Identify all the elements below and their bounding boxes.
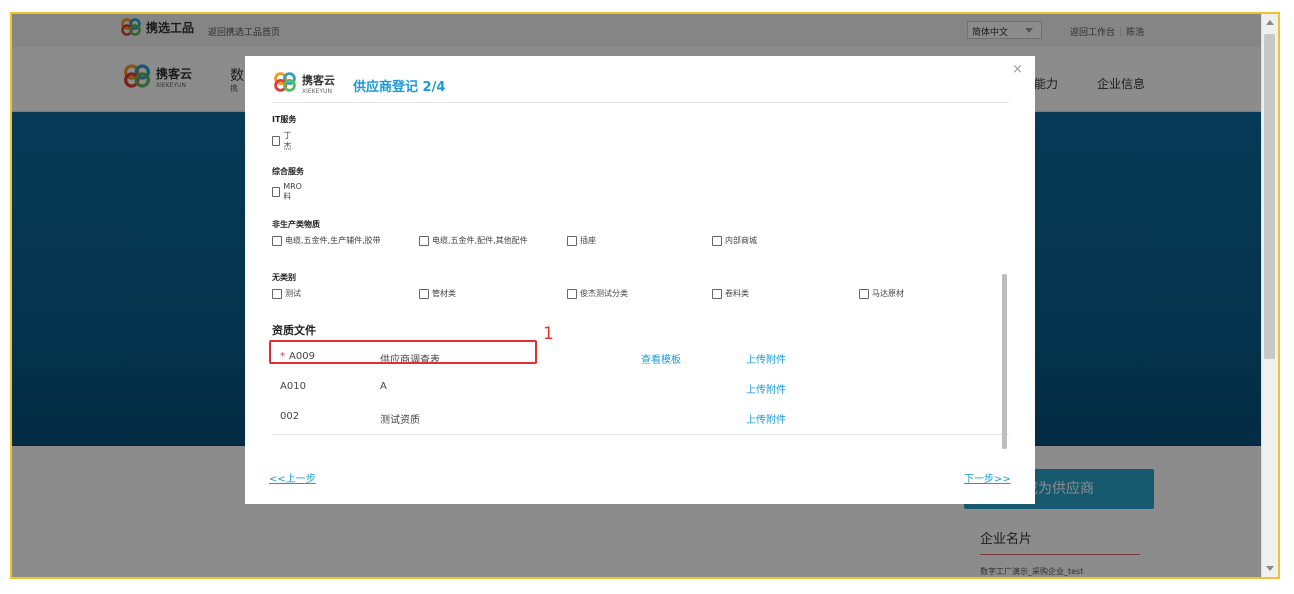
category-checkbox[interactable]: 内部商城 bbox=[712, 235, 757, 246]
category-checkbox[interactable]: 测试 bbox=[272, 288, 301, 299]
checkbox-box[interactable] bbox=[272, 136, 281, 146]
logo-text: 携客云 bbox=[302, 74, 335, 87]
qualification-docs-title: 资质文件 bbox=[272, 324, 316, 337]
checkbox-label: 马达原材 bbox=[872, 289, 904, 298]
checkbox-label: 测试 bbox=[285, 289, 301, 298]
annotation-highlight-box bbox=[269, 340, 537, 364]
category-title: 无类别 bbox=[272, 273, 296, 282]
checkbox-box[interactable] bbox=[567, 235, 577, 246]
annotation-number: 1 bbox=[543, 324, 554, 344]
checkbox-label: 内部商城 bbox=[725, 236, 757, 245]
modal-title: 供应商登记 2/4 bbox=[353, 80, 446, 95]
checkbox-row: 测试 管材类 俊杰测试分类 卷料类 马达原材 bbox=[272, 288, 1009, 304]
checkbox-row: 丁杰 bbox=[272, 130, 296, 151]
checkbox-row: 电缆,五金件,生产辅件,胶带 电缆,五金件,配件,其他配件 插座 内部商城 bbox=[272, 235, 1009, 251]
doc-name: 测试资质 bbox=[380, 415, 420, 426]
checkbox-label: 俊杰测试分类 bbox=[580, 289, 628, 298]
category-group: 综合服务 MRO料 bbox=[272, 166, 304, 201]
previous-step-link[interactable]: <<上一步 bbox=[269, 470, 316, 485]
category-checkbox[interactable]: 管材类 bbox=[419, 288, 456, 299]
category-group: IT服务 丁杰 bbox=[272, 114, 297, 151]
category-group: 无类别 测试 管材类 俊杰测试分类 卷料类 马达原材 bbox=[272, 272, 1009, 304]
next-step-link[interactable]: 下一步>> bbox=[964, 470, 1011, 485]
modal-divider bbox=[272, 434, 1009, 435]
close-icon[interactable]: × bbox=[1012, 62, 1023, 77]
checkbox-box[interactable] bbox=[419, 235, 429, 246]
upload-attachment-link[interactable]: 上传附件 bbox=[746, 411, 786, 426]
modal-scrollbar[interactable] bbox=[1002, 274, 1007, 449]
view-template-link[interactable]: 查看模板 bbox=[641, 351, 681, 366]
checkbox-box[interactable] bbox=[272, 235, 282, 246]
scroll-down-icon[interactable] bbox=[1266, 566, 1274, 571]
checkbox-label: 插座 bbox=[580, 236, 596, 245]
browser-viewport: 携选工品 返回携选工品首页 简体中文 返回工作台 | 陈浩 携客云 XIEKEYUN… bbox=[10, 12, 1280, 579]
checkbox-label: MRO料 bbox=[283, 182, 302, 201]
doc-code: A010 bbox=[280, 381, 306, 392]
category-group: 非生产类物质 电缆,五金件,生产辅件,胶带 电缆,五金件,配件,其他配件 插座 bbox=[272, 219, 1009, 251]
scroll-thumb[interactable] bbox=[1264, 34, 1275, 359]
category-checkbox[interactable]: 插座 bbox=[567, 235, 596, 246]
checkbox-label: 电缆,五金件,配件,其他配件 bbox=[432, 236, 528, 245]
checkbox-box[interactable] bbox=[272, 187, 281, 197]
upload-attachment-link[interactable]: 上传附件 bbox=[746, 381, 786, 396]
category-checkbox[interactable]: 丁杰 bbox=[272, 130, 296, 152]
modal-header: 携客云 XIEKEYUN 供应商登记 2/4 bbox=[272, 64, 1009, 103]
category-title: 非生产类物质 bbox=[272, 220, 320, 229]
checkbox-box[interactable] bbox=[419, 288, 429, 299]
scroll-up-icon[interactable] bbox=[1266, 20, 1274, 25]
doc-code: 002 bbox=[280, 411, 300, 422]
checkbox-label: 丁杰 bbox=[283, 131, 292, 151]
upload-attachment-link[interactable]: 上传附件 bbox=[746, 351, 786, 366]
category-checkbox[interactable]: 俊杰测试分类 bbox=[567, 288, 628, 299]
checkbox-label: 卷料类 bbox=[725, 289, 749, 298]
doc-row: 002 测试资质 上传附件 bbox=[272, 404, 1009, 430]
checkbox-box[interactable] bbox=[859, 288, 869, 299]
category-checkbox[interactable]: 卷料类 bbox=[712, 288, 749, 299]
checkbox-label: 电缆,五金件,生产辅件,胶带 bbox=[285, 236, 381, 245]
supplier-registration-modal: 携客云 XIEKEYUN 供应商登记 2/4 × IT服务 丁杰 综合服务 MR… bbox=[245, 56, 1035, 504]
category-checkbox[interactable]: 马达原材 bbox=[859, 288, 904, 299]
category-title: IT服务 bbox=[272, 115, 297, 124]
category-checkbox[interactable]: 电缆,五金件,配件,其他配件 bbox=[419, 235, 528, 246]
doc-row: A010 A 上传附件 bbox=[272, 374, 1009, 400]
checkbox-box[interactable] bbox=[272, 288, 282, 299]
category-checkbox[interactable]: MRO料 bbox=[272, 182, 304, 202]
checkbox-label: 管材类 bbox=[432, 289, 456, 298]
checkbox-box[interactable] bbox=[712, 288, 722, 299]
modal-body: IT服务 丁杰 综合服务 MRO料 非生产类物质 电缆,五金件,生产辅件,胶带 … bbox=[272, 106, 1009, 436]
checkbox-box[interactable] bbox=[567, 288, 577, 299]
logo-subtext: XIEKEYUN bbox=[302, 88, 332, 95]
modal-logo: 携客云 XIEKEYUN bbox=[272, 69, 335, 95]
page-scrollbar[interactable] bbox=[1261, 14, 1278, 577]
category-checkbox[interactable]: 电缆,五金件,生产辅件,胶带 bbox=[272, 235, 381, 246]
category-title: 综合服务 bbox=[272, 167, 304, 176]
logo-icon bbox=[274, 72, 296, 92]
checkbox-box[interactable] bbox=[712, 235, 722, 246]
checkbox-row: MRO料 bbox=[272, 182, 304, 201]
doc-name: A bbox=[380, 381, 387, 392]
